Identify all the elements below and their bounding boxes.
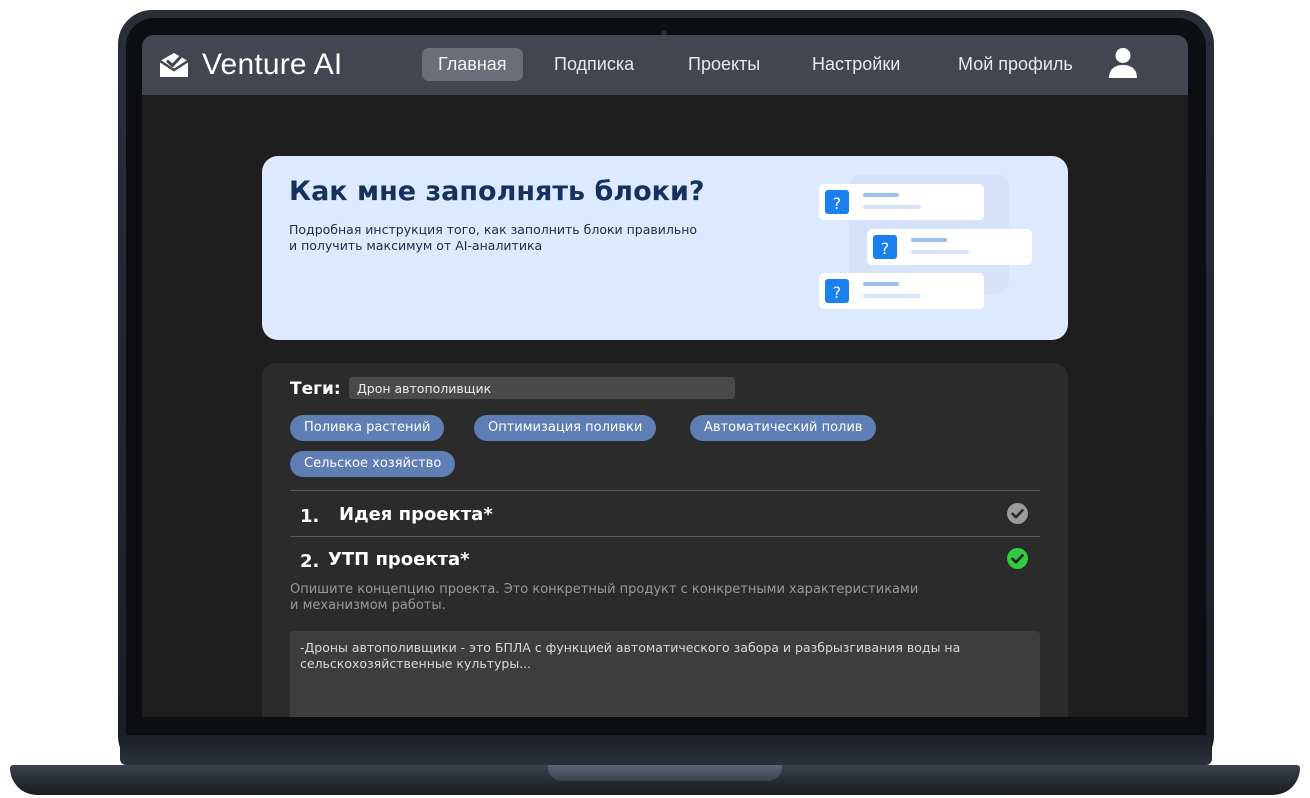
section-divider — [290, 536, 1040, 537]
help-banner[interactable]: Как мне заполнять блоки? Подробная инстр… — [262, 156, 1068, 340]
section-title: Идея проекта* — [339, 504, 493, 525]
tag-chip[interactable]: Сельское хозяйство — [290, 451, 456, 477]
question-mark: ? — [881, 239, 890, 258]
project-form-panel: Теги: Поливка растений Оптимизация полив… — [262, 363, 1068, 717]
nav-item-projects[interactable]: Проекты — [688, 48, 760, 81]
banner-description-line: и получить максимум от AI-аналитика — [289, 238, 543, 253]
section-description-line: и механизмом работы. — [290, 598, 446, 613]
section-number: 2. — [300, 551, 320, 572]
question-mark: ? — [833, 283, 842, 302]
envelope-check-icon — [159, 53, 189, 77]
banner-description: Подробная инструкция того, как заполнить… — [289, 222, 769, 254]
banner-title: Как мне заполнять блоки? — [289, 176, 705, 207]
tag-chip[interactable]: Оптимизация поливки — [474, 415, 657, 441]
banner-description-line: Подробная инструкция того, как заполнить… — [289, 222, 698, 237]
faq-illustration: ? ? ? — [819, 174, 1032, 309]
question-mark: ? — [833, 194, 842, 213]
section-number: 1. — [300, 506, 320, 527]
brand-logo[interactable]: Venture AI — [158, 48, 343, 81]
tag-chip[interactable]: Автоматический полив — [690, 415, 877, 441]
section-description: Опишите концепцию проекта. Это конкретны… — [290, 582, 990, 614]
check-circle-icon — [1007, 503, 1028, 524]
tags-input[interactable] — [349, 377, 735, 399]
laptop-chin — [120, 735, 1212, 765]
section-divider — [290, 490, 1040, 491]
tags-label: Теги: — [290, 379, 341, 399]
user-icon[interactable] — [1108, 47, 1138, 79]
check-circle-icon — [1007, 548, 1028, 569]
laptop-notch — [548, 765, 782, 781]
top-nav: Venture AI Главная Подписка Проекты Наст… — [142, 35, 1188, 95]
nav-item-profile[interactable]: Мой профиль — [958, 48, 1073, 81]
app-screen: Venture AI Главная Подписка Проекты Наст… — [142, 35, 1188, 717]
section-description-line: Опишите концепцию проекта. Это конкретны… — [290, 582, 919, 597]
nav-item-subscription[interactable]: Подписка — [554, 48, 634, 81]
nav-item-home[interactable]: Главная — [422, 48, 523, 81]
tag-chip[interactable]: Поливка растений — [290, 415, 445, 441]
usp-answer-textarea[interactable]: -Дроны автополивщики - это БПЛА с функци… — [290, 631, 1040, 717]
nav-item-settings[interactable]: Настройки — [812, 48, 900, 81]
brand-name: Venture AI — [202, 48, 343, 81]
section-title: УТП проекта* — [328, 549, 470, 570]
